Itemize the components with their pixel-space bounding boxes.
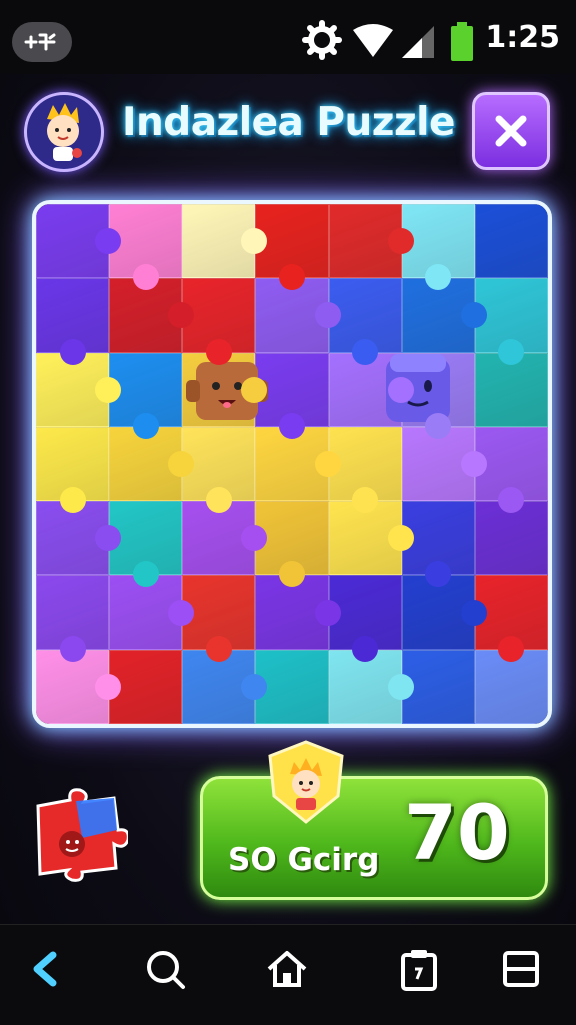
app-shortcut-icon[interactable] xyxy=(12,22,72,62)
puzzle-knob xyxy=(59,487,86,514)
puzzle-knob xyxy=(387,525,414,552)
puzzle-knob xyxy=(95,376,122,403)
puzzle-tile[interactable] xyxy=(36,575,110,662)
puzzle-tile[interactable] xyxy=(182,204,268,279)
puzzle-knob xyxy=(205,635,232,662)
settings-gear-icon[interactable] xyxy=(302,20,342,64)
puzzle-knob xyxy=(314,450,341,477)
signal-icon xyxy=(400,24,436,64)
puzzle-knob xyxy=(352,338,379,365)
recents-icon[interactable] xyxy=(498,946,544,992)
puzzle-knob xyxy=(205,487,232,514)
puzzle-knob xyxy=(168,599,195,626)
puzzle-knob xyxy=(132,264,159,291)
clock: 1:25 xyxy=(485,20,560,55)
score-label: SO Gcirg xyxy=(228,842,380,878)
puzzle-knob xyxy=(387,673,414,700)
back-icon[interactable] xyxy=(22,946,68,992)
puzzle-knob xyxy=(498,338,525,365)
search-icon[interactable] xyxy=(142,946,188,992)
close-button[interactable] xyxy=(472,92,550,170)
status-bar: 1:25 xyxy=(0,0,576,74)
puzzle-knob xyxy=(425,412,452,439)
close-x-icon xyxy=(495,115,527,147)
puzzle-grid[interactable] xyxy=(36,204,548,724)
puzzle-knob xyxy=(95,673,122,700)
puzzle-knob xyxy=(132,412,159,439)
puzzle-knob xyxy=(278,412,305,439)
puzzle-knob xyxy=(460,599,487,626)
character-avatar-icon[interactable] xyxy=(24,92,104,172)
score-value: 70 xyxy=(404,788,510,877)
puzzle-knob xyxy=(387,376,414,403)
puzzle-knob xyxy=(314,302,341,329)
character-badge-icon xyxy=(266,740,346,824)
puzzle-knob xyxy=(314,599,341,626)
puzzle-knob xyxy=(352,635,379,662)
puzzle-knob xyxy=(132,561,159,588)
puzzle-knob xyxy=(498,635,525,662)
puzzle-tile[interactable] xyxy=(36,204,122,279)
puzzle-knob xyxy=(241,376,268,403)
puzzle-board[interactable] xyxy=(32,200,552,728)
puzzle-knob xyxy=(460,450,487,477)
puzzle-tile[interactable] xyxy=(36,426,110,514)
puzzle-knob xyxy=(205,338,232,365)
puzzle-tile[interactable] xyxy=(474,204,548,279)
page-title: Indazlea Puzzle xyxy=(122,100,456,145)
battery-icon xyxy=(450,22,474,66)
puzzle-tile[interactable] xyxy=(328,204,414,279)
wifi-icon xyxy=(352,24,394,62)
puzzle-knob xyxy=(59,635,86,662)
puzzle-knob xyxy=(387,228,414,255)
home-icon[interactable] xyxy=(264,946,310,992)
puzzle-piece-icon[interactable] xyxy=(22,786,130,886)
clipboard-icon[interactable] xyxy=(396,946,442,992)
puzzle-tile[interactable] xyxy=(36,278,110,365)
puzzle-knob xyxy=(59,338,86,365)
